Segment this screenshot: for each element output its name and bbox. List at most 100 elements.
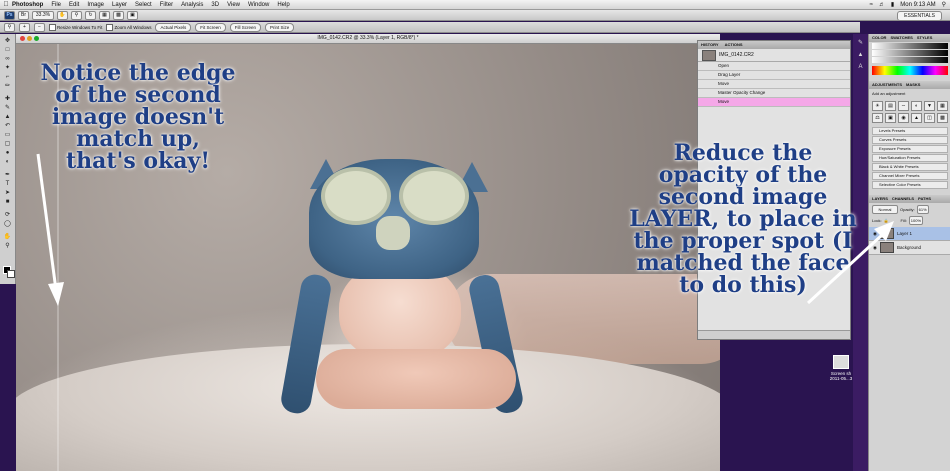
crop-tool-icon[interactable]: ⌐ — [3, 74, 12, 81]
dodge-tool-icon[interactable]: ◐ — [3, 159, 12, 166]
lasso-tool-icon[interactable]: ∞ — [3, 56, 12, 63]
black-white-icon[interactable]: ▣ — [885, 113, 896, 123]
tab-styles[interactable]: STYLES — [917, 34, 933, 42]
tab-actions[interactable]: ACTIONS — [725, 41, 743, 49]
menu-image[interactable]: Image — [87, 2, 104, 8]
eye-icon[interactable]: ◉ — [873, 245, 877, 251]
color-balance-icon[interactable]: ⚖ — [872, 113, 883, 123]
type-tool-icon[interactable]: T — [3, 181, 12, 188]
zoom-preset-icon[interactable]: ⚲ — [4, 22, 15, 32]
marquee-tool-icon[interactable]: □ — [3, 47, 12, 54]
zoom-all-windows-checkbox[interactable]: Zoom All Windows — [106, 23, 151, 31]
shape-tool-icon[interactable]: ■ — [3, 199, 12, 206]
history-item[interactable]: Drag Layer — [698, 71, 850, 80]
preset-exposure[interactable]: Exposure Presets — [872, 145, 948, 153]
3d-rotate-tool-icon[interactable]: ⟳ — [3, 212, 12, 219]
grid-icon[interactable]: ▦ — [99, 10, 110, 20]
clone-source-panel-icon[interactable]: ▲ — [856, 52, 865, 59]
opacity-field[interactable]: 61% — [916, 205, 929, 214]
battery-icon[interactable]: ▮ — [891, 1, 894, 8]
workspace-switcher[interactable]: ESSENTIALS — [897, 11, 942, 21]
gradient-tool-icon[interactable]: ▢ — [3, 141, 12, 148]
zoom-tool-icon[interactable]: ⚲ — [71, 10, 82, 20]
preset-channel-mixer[interactable]: Channel Mixer Presets — [872, 172, 948, 180]
tab-color[interactable]: COLOR — [872, 34, 886, 42]
hue-sat-icon[interactable]: ▦ — [937, 101, 948, 111]
menu-filter[interactable]: Filter — [160, 2, 173, 8]
menu-select[interactable]: Select — [135, 2, 152, 8]
quick-select-tool-icon[interactable]: ✦ — [3, 65, 12, 72]
path-selection-tool-icon[interactable]: ➤ — [3, 190, 12, 197]
color-spectrum[interactable] — [872, 66, 948, 75]
eye-icon[interactable]: ◉ — [873, 231, 877, 237]
close-window-icon[interactable] — [20, 36, 25, 41]
vibrance-icon[interactable]: ▼ — [924, 101, 935, 111]
zoom-level-select[interactable]: 33.3% — [32, 10, 54, 20]
menu-edit[interactable]: Edit — [69, 2, 79, 8]
photo-filter-icon[interactable]: ◉ — [898, 113, 909, 123]
history-item-selected[interactable]: Move — [698, 98, 850, 107]
healing-brush-tool-icon[interactable]: ✚ — [3, 96, 12, 103]
exposure-icon[interactable]: ◐ — [911, 101, 922, 111]
character-panel-icon[interactable]: A — [856, 64, 865, 71]
blend-mode-select[interactable]: Normal — [872, 205, 898, 214]
preset-levels[interactable]: Levels Presets — [872, 127, 948, 135]
brush-panel-icon[interactable]: ✎ — [856, 40, 865, 47]
history-item[interactable]: Move — [698, 80, 850, 89]
hand-tool-icon[interactable]: ✋ — [57, 10, 68, 20]
curves-icon[interactable]: ∽ — [898, 101, 909, 111]
desktop-file[interactable]: Screen sh 2011-05...3 — [814, 355, 868, 415]
invert-icon[interactable]: ◫ — [924, 113, 935, 123]
spotlight-icon[interactable]: ⚲ — [942, 1, 946, 8]
background-color-swatch[interactable] — [7, 270, 15, 278]
rotate-view-icon[interactable]: ↻ — [85, 10, 96, 20]
3d-orbit-tool-icon[interactable]: ◯ — [3, 221, 12, 228]
ps-logo-icon[interactable]: Ps — [4, 10, 15, 20]
pen-tool-icon[interactable]: ✒ — [3, 172, 12, 179]
clock[interactable]: Mon 9:13 AM — [900, 2, 935, 8]
menu-help[interactable]: Help — [277, 2, 289, 8]
color-slider-g[interactable] — [872, 50, 948, 56]
tab-masks[interactable]: MASKS — [906, 81, 920, 89]
levels-icon[interactable]: ▤ — [885, 101, 896, 111]
menu-3d[interactable]: 3D — [211, 2, 219, 8]
tab-adjustments[interactable]: ADJUSTMENTS — [872, 81, 902, 89]
apple-icon[interactable]:  — [0, 1, 12, 8]
screen-mode-icon[interactable]: ▣ — [127, 10, 138, 20]
eraser-tool-icon[interactable]: ▭ — [3, 132, 12, 139]
menu-file[interactable]: File — [51, 2, 61, 8]
tab-swatches[interactable]: SWATCHES — [890, 34, 912, 42]
posterize-icon[interactable]: ▩ — [937, 113, 948, 123]
tab-history[interactable]: HISTORY — [701, 41, 719, 49]
history-item[interactable]: Open — [698, 62, 850, 71]
preset-black-white[interactable]: Black & White Presets — [872, 163, 948, 171]
channel-mixer-icon[interactable]: ▲ — [911, 113, 922, 123]
print-size-button[interactable]: Print Size — [265, 22, 295, 32]
brightness-icon[interactable]: ☀ — [872, 101, 883, 111]
brush-tool-icon[interactable]: ✎ — [3, 105, 12, 112]
minimize-window-icon[interactable] — [27, 36, 32, 41]
blur-tool-icon[interactable]: ● — [3, 150, 12, 157]
move-tool-icon[interactable]: ✥ — [3, 38, 12, 45]
layer-row[interactable]: ◉ Layer 1 — [869, 227, 950, 241]
eyedropper-tool-icon[interactable]: ✏ — [3, 83, 12, 90]
history-item[interactable]: Master Opacity Change — [698, 89, 850, 98]
arrange-documents-icon[interactable]: ▩ — [113, 10, 124, 20]
zoom-out-icon[interactable]: − — [34, 22, 45, 32]
bridge-icon[interactable]: Br — [18, 10, 29, 20]
layer-row[interactable]: ◉ Background — [869, 241, 950, 255]
app-menu[interactable]: Photoshop — [12, 2, 43, 8]
volume-icon[interactable]: ♬ — [879, 2, 885, 8]
resize-windows-checkbox[interactable]: Resize Windows To Fit — [49, 23, 102, 31]
menu-analysis[interactable]: Analysis — [181, 2, 203, 8]
history-snapshot[interactable]: IMG_0142.CR2 — [698, 49, 850, 62]
history-brush-tool-icon[interactable]: ↶ — [3, 123, 12, 130]
preset-hue-saturation[interactable]: Hue/Saturation Presets — [872, 154, 948, 162]
clone-stamp-tool-icon[interactable]: ▲ — [3, 114, 12, 121]
wifi-icon[interactable]: ≈ — [870, 2, 873, 8]
lock-icon[interactable]: 🔒 — [884, 218, 889, 223]
zoom-in-icon[interactable]: + — [19, 22, 30, 32]
actual-pixels-button[interactable]: Actual Pixels — [155, 22, 192, 32]
tab-channels[interactable]: CHANNELS — [892, 195, 914, 203]
zoom-tool-icon[interactable]: ⚲ — [3, 243, 12, 250]
